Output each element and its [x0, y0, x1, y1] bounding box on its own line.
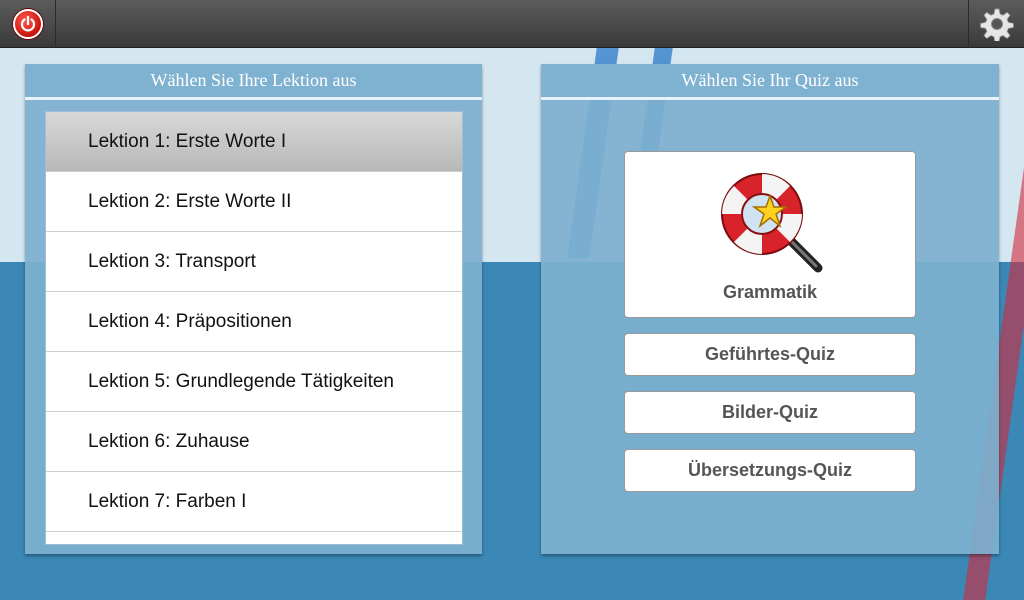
quiz-panel: Wählen Sie Ihr Quiz aus Grammatik Geführ…	[541, 64, 999, 554]
lesson-item-6[interactable]: Lektion 6: Zuhause	[46, 412, 462, 472]
lesson-label: Lektion 6: Zuhause	[88, 430, 250, 452]
lesson-item-5[interactable]: Lektion 5: Grundlegende Tätigkeiten	[46, 352, 462, 412]
lesson-label: Lektion 4: Präpositionen	[88, 310, 292, 332]
translation-quiz-button[interactable]: Übersetzungs-Quiz	[624, 449, 916, 492]
picture-quiz-label: Bilder-Quiz	[721, 402, 818, 422]
lesson-label: Lektion 2: Erste Worte II	[88, 190, 292, 212]
lesson-item-3[interactable]: Lektion 3: Transport	[46, 232, 462, 292]
lesson-item-1[interactable]: Lektion 1: Erste Worte I	[46, 112, 462, 172]
lesson-list[interactable]: Lektion 1: Erste Worte I Lektion 2: Erst…	[45, 111, 463, 545]
power-icon	[12, 9, 43, 39]
lesson-label: Lektion 7: Farben I	[88, 490, 247, 512]
guided-quiz-label: Geführtes-Quiz	[704, 344, 835, 364]
lesson-item-7[interactable]: Lektion 7: Farben I	[46, 472, 462, 532]
top-bar	[0, 0, 1024, 48]
grammar-quiz-label: Grammatik	[722, 282, 818, 302]
picture-quiz-button[interactable]: Bilder-Quiz	[624, 391, 916, 434]
lesson-item-2[interactable]: Lektion 2: Erste Worte II	[46, 172, 462, 232]
lesson-panel-title: Wählen Sie Ihre Lektion aus	[25, 64, 482, 100]
settings-button[interactable]	[968, 0, 1024, 48]
lesson-label: Lektion 5: Grundlegende Tätigkeiten	[88, 370, 394, 392]
quiz-panel-title: Wählen Sie Ihr Quiz aus	[541, 64, 999, 100]
power-button[interactable]	[0, 0, 56, 48]
grammar-quiz-button[interactable]: Grammatik	[624, 151, 916, 318]
lifebuoy-magnifier-icon	[721, 173, 823, 273]
lesson-label: Lektion 1: Erste Worte I	[88, 130, 287, 152]
gear-icon	[979, 8, 1014, 41]
translation-quiz-label: Übersetzungs-Quiz	[687, 460, 852, 480]
lesson-item-4[interactable]: Lektion 4: Präpositionen	[46, 292, 462, 352]
lesson-label: Lektion 3: Transport	[88, 250, 256, 272]
lesson-panel: Wählen Sie Ihre Lektion aus Lektion 1: E…	[25, 64, 482, 554]
guided-quiz-button[interactable]: Geführtes-Quiz	[624, 333, 916, 376]
